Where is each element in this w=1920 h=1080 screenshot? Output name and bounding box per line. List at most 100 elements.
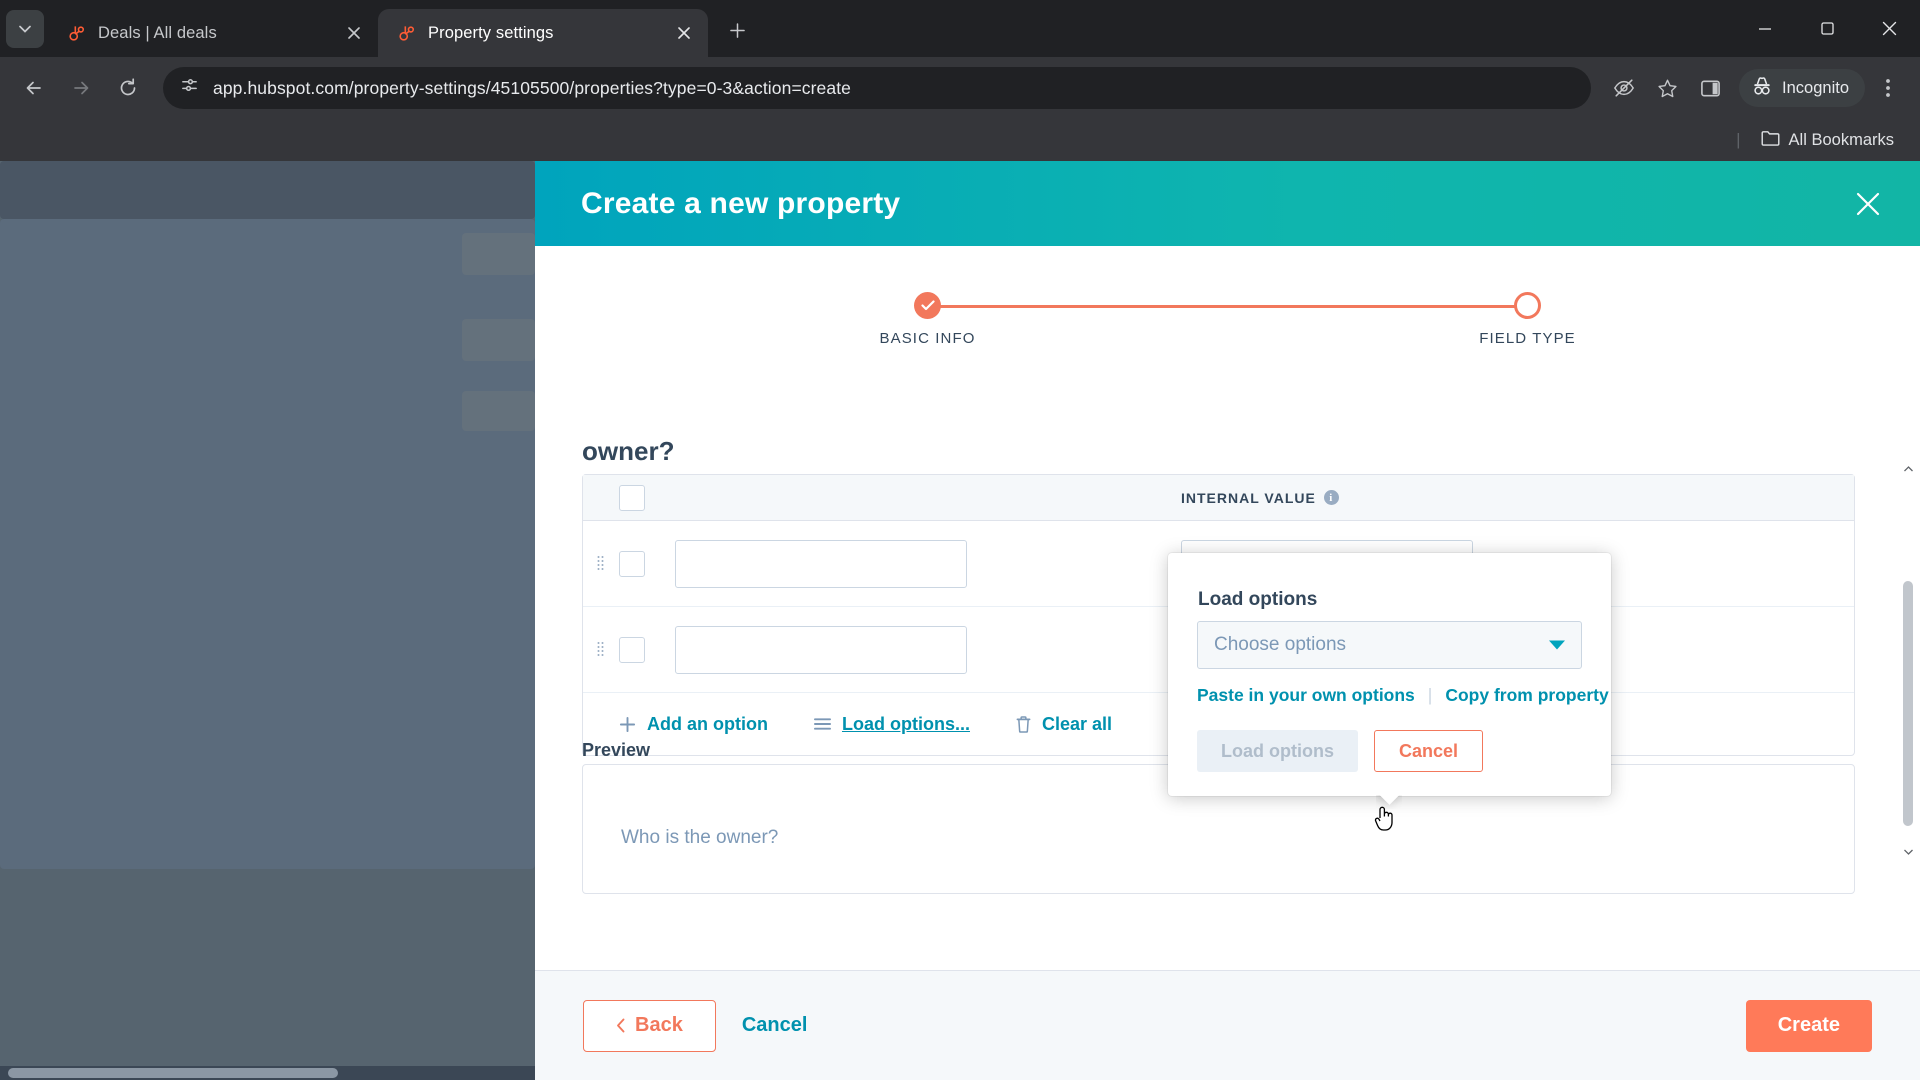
modal-scrollbar[interactable] [1901, 461, 1915, 860]
eye-slash-icon[interactable] [1604, 68, 1644, 108]
stepper-step-basic-info[interactable]: BASIC INFO [853, 292, 1003, 347]
close-icon [1856, 192, 1880, 215]
incognito-badge[interactable]: Incognito [1739, 69, 1865, 107]
select-all-checkbox[interactable] [619, 484, 645, 511]
back-button[interactable]: Back [583, 999, 716, 1052]
stepper-label: FIELD TYPE [1479, 330, 1576, 347]
close-icon [1882, 21, 1896, 36]
choose-options-select[interactable]: Choose options [1197, 621, 1582, 669]
add-an-option-button[interactable]: Add an option [619, 714, 768, 735]
circle-icon [1514, 292, 1541, 319]
list-icon [813, 717, 831, 731]
horizontal-scrollbar-thumb[interactable] [8, 1068, 338, 1078]
options-table-header: INTERNAL VALUE i [583, 475, 1854, 521]
hubspot-icon [396, 23, 417, 44]
tab-title: Property settings [428, 23, 554, 42]
tab-title: Deals | All deals [98, 23, 217, 42]
browser-tab-deals[interactable]: Deals | All deals [48, 9, 378, 57]
link-separator: | [1427, 685, 1433, 705]
arrow-right-icon [74, 81, 89, 95]
maximize-button[interactable] [1796, 0, 1858, 57]
tab-search-button[interactable] [6, 10, 44, 48]
label-input[interactable] [675, 539, 967, 588]
load-options-button[interactable]: Load options... [813, 714, 970, 735]
scroll-down-arrow-icon[interactable] [1901, 844, 1915, 860]
hubspot-icon [66, 23, 87, 44]
all-bookmarks-label: All Bookmarks [1788, 130, 1894, 149]
folder-icon [1761, 130, 1780, 151]
stepper-label: BASIC INFO [879, 330, 976, 347]
stepper-connector-line [915, 305, 1540, 308]
row-checkbox[interactable] [619, 636, 645, 663]
chevron-left-icon [617, 1018, 625, 1033]
stepper-step-field-type[interactable]: FIELD TYPE [1453, 292, 1603, 347]
row-checkbox[interactable] [619, 550, 645, 577]
modal-body: BASIC INFO FIELD TYPE owner? INTERNAL VA… [535, 246, 1920, 970]
maximize-icon [1820, 22, 1834, 35]
tab-close-button[interactable] [342, 21, 366, 45]
new-tab-button[interactable] [720, 13, 754, 47]
forward-button[interactable] [59, 66, 103, 110]
modal-close-button[interactable] [1846, 182, 1890, 226]
cancel-button[interactable]: Cancel [742, 1014, 808, 1037]
preview-question-text: Who is the owner? [621, 827, 779, 848]
reload-button[interactable] [106, 66, 150, 110]
minimize-icon [1759, 27, 1771, 30]
browser-tab-property-settings[interactable]: Property settings [378, 9, 708, 57]
close-icon [678, 27, 690, 39]
star-icon[interactable] [1647, 68, 1687, 108]
load-options-popover: Load options Choose options Paste in you… [1168, 553, 1611, 796]
browser-toolbar: app.hubspot.com/property-settings/451055… [0, 57, 1920, 119]
modal-footer: Back Cancel Create [535, 970, 1920, 1080]
popover-links: Paste in your own options | Copy from pr… [1197, 685, 1609, 706]
modal-title: Create a new property [581, 186, 901, 220]
add-an-option-label: Add an option [647, 713, 768, 734]
page-viewport: Create a new property BASIC INFO FIELD T… [0, 161, 1920, 1080]
tab-strip: Deals | All deals Property settings [0, 0, 1920, 57]
field-question-heading: owner? [582, 436, 675, 466]
plus-icon [619, 716, 636, 733]
copy-from-property-link[interactable]: Copy from property [1445, 685, 1608, 706]
popover-arrow [1376, 795, 1402, 809]
row-label-cell [645, 625, 1155, 674]
back-label: Back [635, 1014, 683, 1036]
popover-cancel-button[interactable]: Cancel [1373, 730, 1484, 772]
background-card-3 [462, 391, 535, 431]
page-horizontal-scrollbar[interactable] [0, 1066, 535, 1080]
chevron-down-icon [19, 25, 31, 33]
background-panel-1 [0, 161, 535, 219]
label-input[interactable] [675, 625, 967, 674]
incognito-label: Incognito [1782, 78, 1849, 97]
side-panel-icon[interactable] [1690, 68, 1730, 108]
back-button[interactable] [12, 66, 56, 110]
bookmarks-bar: | All Bookmarks [0, 119, 1920, 161]
window-controls [1734, 0, 1920, 57]
url-text: app.hubspot.com/property-settings/451055… [213, 77, 852, 98]
plus-icon [729, 22, 745, 38]
three-dot-menu-icon[interactable] [1868, 68, 1908, 108]
progress-stepper: BASIC INFO FIELD TYPE [879, 292, 1575, 354]
create-property-modal: Create a new property BASIC INFO FIELD T… [535, 161, 1920, 1080]
address-bar[interactable]: app.hubspot.com/property-settings/451055… [163, 67, 1592, 109]
clear-all-button[interactable]: Clear all [1016, 714, 1112, 735]
page-settings-icon[interactable] [180, 76, 199, 100]
internal-value-column-header: INTERNAL VALUE i [1155, 490, 1854, 506]
scroll-up-arrow-icon[interactable] [1901, 461, 1915, 477]
scrollbar-thumb[interactable] [1903, 581, 1913, 826]
close-icon [348, 27, 360, 39]
info-icon[interactable]: i [1323, 490, 1339, 505]
paste-own-options-link[interactable]: Paste in your own options [1197, 685, 1415, 706]
drag-handle-icon[interactable] [587, 555, 613, 573]
clear-all-label: Clear all [1041, 713, 1113, 734]
create-button[interactable]: Create [1745, 999, 1872, 1052]
arrow-left-icon [26, 81, 41, 95]
minimize-button[interactable] [1734, 0, 1796, 57]
close-window-button[interactable] [1858, 0, 1920, 57]
background-card-1 [462, 233, 535, 275]
tab-close-button[interactable] [672, 21, 696, 45]
choose-options-placeholder: Choose options [1214, 634, 1347, 655]
reload-icon [120, 78, 136, 96]
drag-handle-icon[interactable] [587, 641, 613, 659]
all-bookmarks-button[interactable]: All Bookmarks [1753, 126, 1902, 155]
bookmark-separator: | [1736, 130, 1741, 149]
